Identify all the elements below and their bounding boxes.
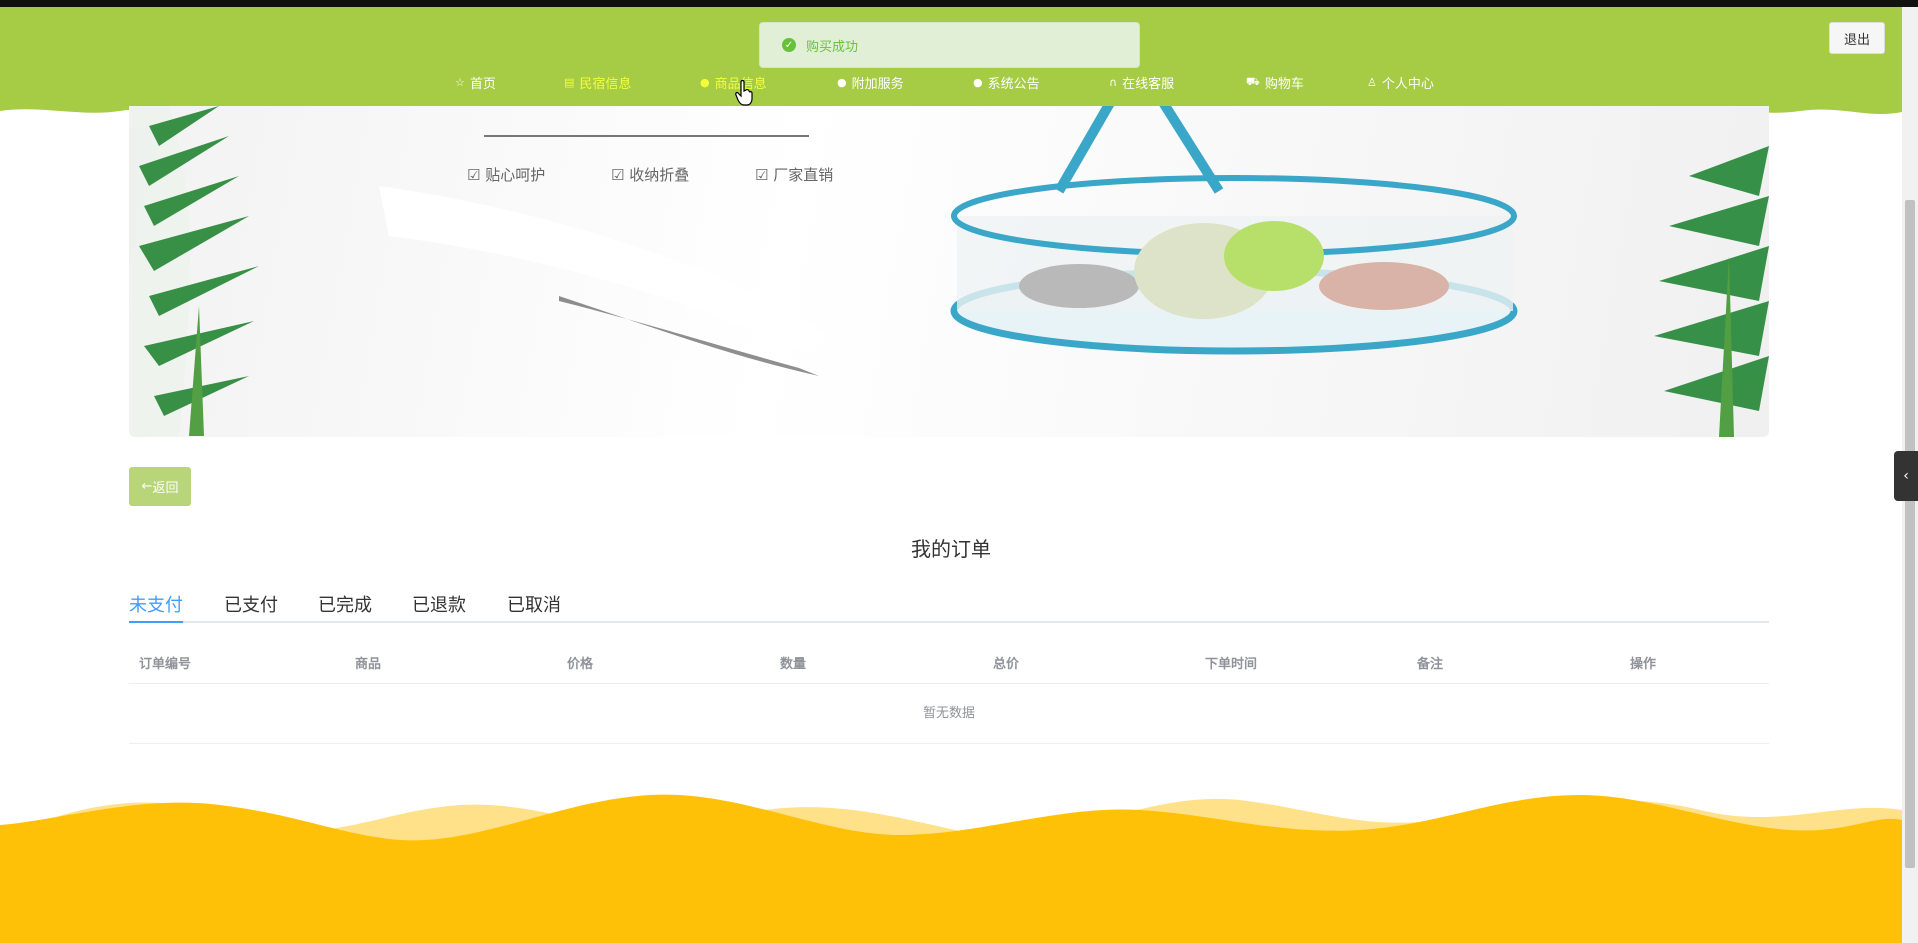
column-header: 数量 (780, 657, 807, 672)
chevron-left-icon: ‹ (1903, 468, 1909, 484)
nav-item-announcements[interactable]: ● 系统公告 (973, 73, 1040, 92)
pointer-cursor-icon (735, 80, 753, 106)
nav-label: 首页 (469, 77, 496, 92)
nav-label: 个人中心 (1381, 77, 1434, 92)
nav-label: 系统公告 (987, 77, 1040, 92)
success-toast: ✓ 购买成功 (759, 22, 1140, 68)
nav-item-product-info[interactable]: ● 商品信息 (700, 73, 767, 92)
star-icon: ☆ (455, 76, 465, 89)
tab-cancelled[interactable]: 已取消 (507, 591, 561, 617)
active-tab-indicator (129, 621, 183, 623)
question-icon: ● (837, 76, 847, 89)
nav-label: 附加服务 (851, 77, 904, 92)
column-header: 下单时间 (1205, 657, 1258, 672)
tab-paid[interactable]: 已支付 (224, 591, 278, 617)
nav-label: 购物车 (1264, 77, 1304, 92)
cart-icon: ⛟ (1246, 75, 1260, 88)
back-button[interactable]: ← 返回 (129, 467, 191, 506)
nav-item-home[interactable]: ☆ 首页 (455, 73, 496, 92)
arrow-left-icon: ← (141, 479, 153, 494)
bag-icon: ▤ (564, 76, 575, 89)
tab-completed[interactable]: 已完成 (318, 591, 372, 617)
tab-unpaid[interactable]: 未支付 (129, 591, 183, 617)
column-header: 备注 (1417, 657, 1444, 672)
nav-item-extra-services[interactable]: ● 附加服务 (837, 73, 904, 92)
banner-feature: ☑ 收纳折叠 (611, 166, 690, 184)
nav-label: 在线客服 (1122, 77, 1175, 92)
back-label: 返回 (152, 481, 179, 496)
column-header: 总价 (993, 657, 1020, 672)
banner-feature-label: 厂家直销 (773, 166, 834, 184)
check-circle-icon: ✓ (782, 38, 796, 52)
side-collapse-button[interactable]: ‹ (1894, 451, 1918, 501)
scrollbar-thumb[interactable] (1905, 200, 1915, 868)
column-header: 操作 (1630, 657, 1657, 672)
nav-item-cart[interactable]: ⛟ 购物车 (1246, 73, 1304, 92)
user-icon: ♙ (1367, 76, 1377, 89)
toast-message: 购买成功 (806, 39, 859, 55)
banner-feature: ☑ 贴心呵护 (467, 166, 546, 184)
table-empty-state: 暂无数据 (129, 684, 1769, 744)
main-nav: ☆ 首页 ▤ 民宿信息 ● 商品信息 ● 附加服务 ● 系统公告 ∩ 在线客服 … (0, 73, 1902, 93)
page-title: 我的订单 (911, 537, 991, 561)
info-icon: ● (700, 76, 710, 89)
product-banner: ☑ 贴心呵护 ☑ 收纳折叠 ☑ 厂家直销 (129, 106, 1769, 437)
banner-image (129, 106, 1769, 437)
nav-item-profile[interactable]: ♙ 个人中心 (1367, 73, 1434, 92)
banner-feature-label: 贴心呵护 (485, 166, 546, 184)
nav-item-online-support[interactable]: ∩ 在线客服 (1109, 73, 1174, 92)
info-circle-icon: ● (973, 76, 983, 89)
order-tabs: 未支付 已支付 已完成 已退款 已取消 (129, 585, 1769, 623)
orders-table-header: 订单编号 商品 价格 数量 总价 下单时间 备注 操作 (129, 643, 1769, 684)
column-header: 商品 (355, 657, 382, 672)
window-top-bar (0, 0, 1918, 7)
nav-label: 民宿信息 (579, 77, 632, 92)
logout-button[interactable]: 退出 (1829, 22, 1885, 54)
nav-item-homestay-info[interactable]: ▤ 民宿信息 (564, 73, 631, 92)
banner-feature-label: 收纳折叠 (629, 166, 690, 184)
column-header: 订单编号 (139, 657, 192, 672)
footer-waves (0, 780, 1902, 943)
footer-background (0, 794, 1902, 943)
banner-feature: ☑ 厂家直销 (755, 166, 834, 184)
headset-icon: ∩ (1109, 76, 1118, 89)
tab-refunded[interactable]: 已退款 (412, 591, 466, 617)
column-header: 价格 (567, 657, 594, 672)
